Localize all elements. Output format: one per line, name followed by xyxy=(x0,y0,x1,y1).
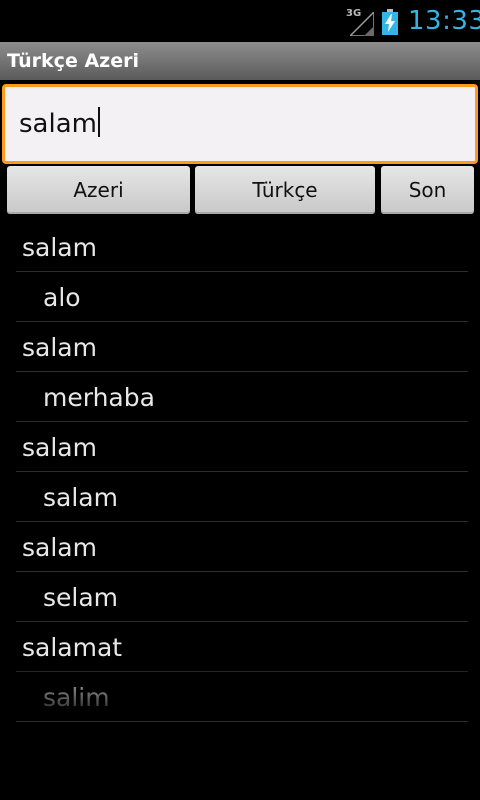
app-title: Türkçe Azeri xyxy=(7,50,139,72)
text-cursor xyxy=(97,107,100,137)
term-text: salam xyxy=(22,333,97,362)
list-item-translation[interactable]: salam xyxy=(16,472,468,522)
list-item-translation[interactable]: alo xyxy=(16,272,468,322)
search-area: salam xyxy=(0,82,480,164)
status-bar: 3G 13:33 xyxy=(0,0,480,42)
list-item-translation[interactable]: salim xyxy=(16,672,468,722)
translation-text: salam xyxy=(43,483,118,512)
translation-text: alo xyxy=(43,283,81,312)
search-input[interactable]: salam xyxy=(2,84,478,164)
list-item-term[interactable]: salam xyxy=(16,222,468,272)
term-text: salam xyxy=(22,533,97,562)
translation-text: selam xyxy=(43,583,119,612)
term-text: salam xyxy=(22,233,97,262)
signal-icon: 3G xyxy=(346,8,374,36)
term-text: salamat xyxy=(22,633,123,662)
son-button[interactable]: Son xyxy=(381,166,474,214)
list-item-translation[interactable]: selam xyxy=(16,572,468,622)
translation-text: salim xyxy=(43,683,110,712)
app-title-bar: Türkçe Azeri xyxy=(0,42,480,80)
translation-text: merhaba xyxy=(43,383,155,412)
results-list: salam alo salam merhaba salam salam sala… xyxy=(16,222,468,722)
battery-icon xyxy=(382,9,398,35)
list-item-translation[interactable]: merhaba xyxy=(16,372,468,422)
clock: 13:33 xyxy=(408,6,480,36)
list-item-term[interactable]: salamat xyxy=(16,622,468,672)
list-item-term[interactable]: salam xyxy=(16,522,468,572)
azeri-button[interactable]: Azeri xyxy=(7,166,190,214)
list-item-term[interactable]: salam xyxy=(16,322,468,372)
turkce-button[interactable]: Türkçe xyxy=(195,166,375,214)
term-text: salam xyxy=(22,433,97,462)
search-input-value: salam xyxy=(19,109,97,139)
list-item-term[interactable]: salam xyxy=(16,422,468,472)
